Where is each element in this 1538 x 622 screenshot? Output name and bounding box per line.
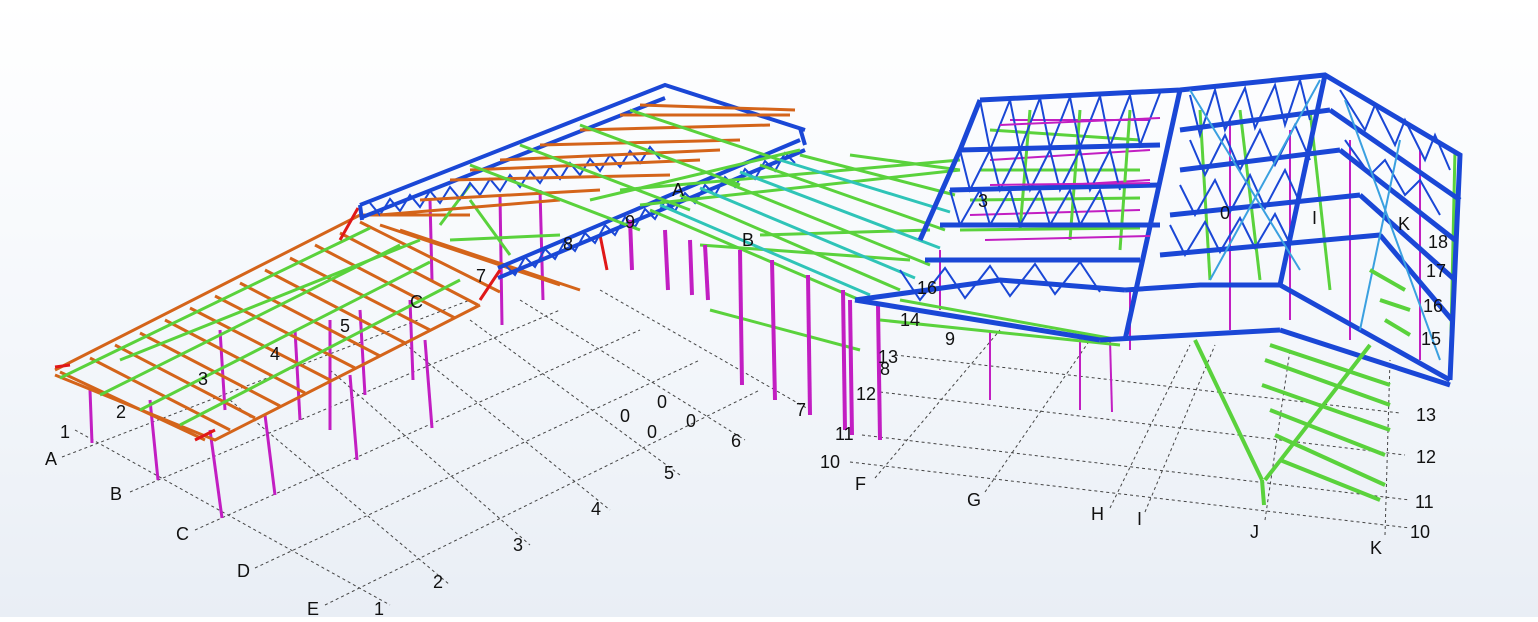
grid-label-16: 16	[1423, 296, 1443, 316]
struct-label-2: 2	[116, 402, 126, 422]
grid-label-k: K	[1370, 538, 1382, 558]
grid-label-a: A	[45, 449, 57, 469]
grid-label-zero-1: 0	[620, 406, 630, 426]
roof-label-3: 3	[978, 191, 988, 211]
grid-label-zero-4: 0	[686, 411, 696, 431]
grid-label-5: 5	[664, 463, 674, 483]
grid-label-j: J	[1250, 522, 1259, 542]
front-label-14: 14	[900, 310, 920, 330]
struct-label-8: 8	[563, 234, 573, 254]
grid-label-d: D	[237, 561, 250, 581]
grid-label-11: 11	[1415, 492, 1434, 512]
roof-label-k: K	[1398, 214, 1410, 234]
upper-deck-beams	[379, 103, 796, 217]
grid-label-10: 10	[1410, 522, 1430, 542]
struct-label-3: 3	[198, 369, 208, 389]
grid-label-zero-3: 0	[647, 422, 657, 442]
grid-label-3: 3	[513, 535, 523, 555]
middle-columns	[628, 219, 882, 441]
grid-label-18: 18	[1428, 232, 1448, 252]
front-label-11: 11	[835, 424, 854, 444]
structural-3d-viewport[interactable]: A B C D E 1 2 3 4 5 6 7 1 2 3 4 5 C 7 8 …	[0, 0, 1538, 619]
left-wing-structure[interactable]	[54, 184, 609, 519]
struct-label-5: 5	[340, 316, 350, 336]
grid-label-6: 6	[731, 431, 741, 451]
grid-label-17: 17	[1426, 261, 1446, 281]
grid-label-h: H	[1091, 504, 1104, 524]
front-porch-frame	[1193, 268, 1412, 506]
struct-label-4: 4	[270, 344, 280, 364]
struct-label-1: 1	[60, 422, 70, 442]
grid-label-4: 4	[591, 499, 601, 519]
grid-label-f: F	[855, 474, 866, 494]
roof-label-0: 0	[1220, 203, 1230, 223]
grid-label-b: B	[110, 484, 122, 504]
right-building-structure[interactable]	[854, 72, 1463, 506]
grid-label-c: C	[176, 524, 189, 544]
front-label-12: 12	[856, 384, 876, 404]
grid-label-e: E	[307, 599, 319, 617]
grid-label-15: 15	[1421, 329, 1441, 349]
mid-label-16: 16	[917, 278, 937, 298]
left-wing-purlins	[59, 184, 561, 427]
mid-label-b: B	[742, 230, 754, 250]
struct-label-7: 7	[476, 266, 486, 286]
front-label-13: 13	[878, 347, 898, 367]
structural-model-canvas[interactable]: A B C D E 1 2 3 4 5 6 7 1 2 3 4 5 C 7 8 …	[0, 0, 1538, 619]
upper-deck-purlins	[469, 108, 961, 232]
mid-label-9: 9	[945, 329, 955, 349]
grid-label-2: 2	[433, 572, 443, 592]
grid-label-zero-2: 0	[657, 392, 667, 412]
mid-label-a: A	[672, 180, 684, 200]
roof-label-i: I	[1312, 208, 1317, 228]
struct-label-9: 9	[625, 212, 635, 232]
struct-label-c: C	[410, 292, 423, 312]
front-label-10: 10	[820, 452, 840, 472]
grid-label-i: I	[1137, 509, 1142, 529]
grid-label-g: G	[967, 490, 981, 510]
grid-label-13: 13	[1416, 405, 1436, 425]
grid-label-7: 7	[796, 400, 806, 420]
grid-label-12: 12	[1416, 447, 1436, 467]
grid-label-1: 1	[374, 599, 384, 617]
